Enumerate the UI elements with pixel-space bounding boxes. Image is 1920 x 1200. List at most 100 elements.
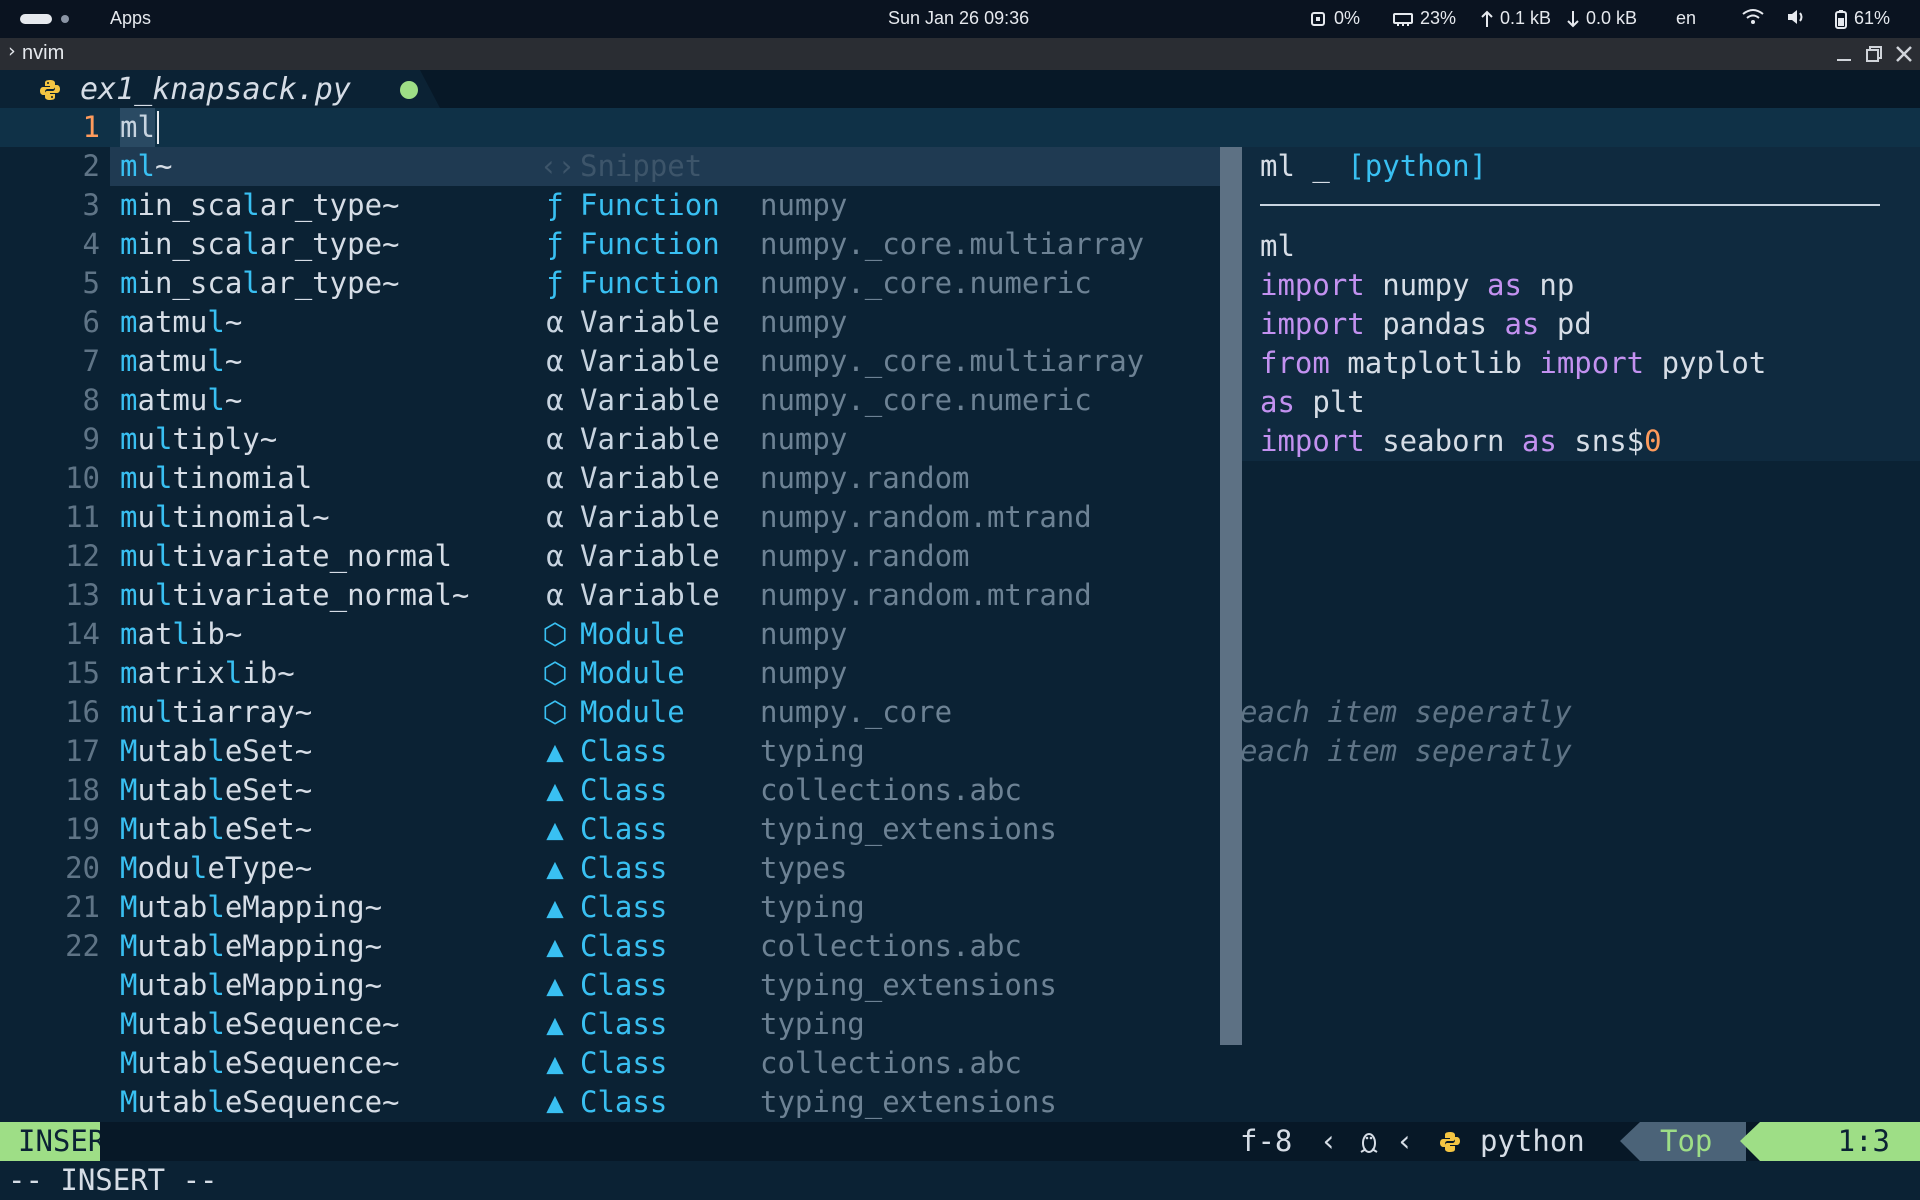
docs-header: ml _ [python] [1260,147,1487,186]
completion-item[interactable]: min_scalar_type~ ƒ Function numpy._core.mul… [110,225,1220,264]
line-number: 14 [65,617,100,651]
line-number: 17 [65,734,100,768]
completion-source: numpy.random.mtrand [760,500,1092,534]
completion-word: matmul~ [120,305,243,339]
cpu-usage: 0% [1334,8,1361,28]
completion-item[interactable]: multiply~ α Variable numpy [110,420,1220,459]
completion-kind: Class [580,1085,668,1119]
battery-indicator[interactable]: 61% [1834,8,1890,29]
download-indicator: 0.0 kB [1566,8,1637,29]
completion-item[interactable]: MutableMapping~ ▲ Class typing_extensions [110,966,1220,1005]
completion-word: multinomial [120,461,313,495]
line-number: 15 [65,656,100,690]
variable-kind-icon: α [546,578,564,612]
completion-item[interactable]: MutableMapping~ ▲ Class collections.abc [110,927,1220,966]
completion-item[interactable]: MutableSequence~ ▲ Class typing [110,1005,1220,1044]
battery-icon [1835,9,1847,29]
completion-item[interactable]: matmul~ α Variable numpy [110,303,1220,342]
completion-item[interactable]: multivariate_normal α Variable numpy.random [110,537,1220,576]
completion-item[interactable]: matrixlib~ ⬡ Module numpy [110,654,1220,693]
completion-item[interactable]: multinomial α Variable numpy.random [110,459,1220,498]
buffer-filename: ex1_knapsack.py [80,72,351,107]
completion-source: typing_extensions [760,968,1057,1002]
volume-indicator[interactable] [1786,8,1808,26]
class-kind-icon: ▲ [546,1085,564,1119]
line-number: 18 [65,773,100,807]
completion-item[interactable]: ModuleType~ ▲ Class types [110,849,1220,888]
function-kind-icon: ƒ [546,266,564,300]
completion-word: MutableSet~ [120,773,313,807]
completion-item[interactable]: MutableSet~ ▲ Class collections.abc [110,771,1220,810]
command-line[interactable]: -- INSERT -- [0,1161,1920,1200]
completion-source: typing [760,1007,865,1041]
line-number: 22 [65,929,100,963]
scroll-position: Top [1620,1122,1746,1161]
completion-kind: Variable [580,344,720,378]
close-icon[interactable] [1894,44,1914,64]
completion-word: MutableMapping~ [120,929,383,963]
completion-kind: Variable [580,422,720,456]
memory-icon [1393,12,1413,26]
completion-item[interactable]: MutableSequence~ ▲ Class typing_extensions [110,1083,1220,1122]
line-number: 19 [65,812,100,846]
keyboard-layout[interactable]: en [1676,8,1696,29]
buffer-tabline: ex1_knapsack.py [0,70,1920,108]
completion-word: min_scalar_type~ [120,227,400,261]
completion-kind: Class [580,1046,668,1080]
separator-icon: ‹ [1396,1124,1414,1158]
completion-item[interactable]: multiarray~ ⬡ Module numpy._core [110,693,1220,732]
completion-kind: Variable [580,578,720,612]
completion-scrollbar[interactable] [1220,147,1242,1045]
completion-word: ModuleType~ [120,851,313,885]
completion-item[interactable]: min_scalar_type~ ƒ Function numpy [110,186,1220,225]
completion-docs-popup: ml _ [python] ml import numpy as np import… [1242,147,1920,461]
completion-item[interactable]: multivariate_normal~ α Variable numpy.rando… [110,576,1220,615]
completion-menu[interactable]: ml~ ‹› Snippet min_scalar_type~ ƒ Function num… [110,147,1220,1161]
completion-kind: Class [580,929,668,963]
snippet-kind-icon: ‹› [540,149,575,183]
clock[interactable]: Sun Jan 26 09:36 [888,8,1029,29]
completion-item[interactable]: matmul~ α Variable numpy._core.numeric [110,381,1220,420]
line-number: 8 [82,383,100,417]
class-kind-icon: ▲ [546,773,564,807]
completion-item[interactable]: MutableSequence~ ▲ Class collections.abc [110,1044,1220,1083]
python-icon [1440,1132,1460,1152]
apps-menu-button[interactable]: Apps [110,8,151,29]
completion-item[interactable]: matlib~ ⬡ Module numpy [110,615,1220,654]
completion-item[interactable]: multinomial~ α Variable numpy.random.mtrand [110,498,1220,537]
completion-kind: Function [580,227,720,261]
buffer-tab[interactable]: ex1_knapsack.py [0,70,440,108]
minimize-icon[interactable] [1834,44,1854,64]
module-kind-icon: ⬡ [542,695,568,729]
file-encoding: f-8 [1240,1124,1293,1158]
completion-word: MutableSequence~ [120,1046,400,1080]
completion-word: multivariate_normal~ [120,578,470,612]
completion-kind: Class [580,890,668,924]
completion-kind: Snippet [580,149,703,183]
filetype: python [1480,1124,1585,1158]
workspace-indicator-inactive[interactable] [61,15,69,23]
memory-indicator: 23% [1392,8,1456,29]
completion-item[interactable]: min_scalar_type~ ƒ Function numpy._core.num… [110,264,1220,303]
volume-icon [1788,10,1803,24]
workspace-indicator-active[interactable] [20,14,52,24]
completion-item[interactable]: MutableMapping~ ▲ Class typing [110,888,1220,927]
completion-item[interactable]: MutableSet~ ▲ Class typing_extensions [110,810,1220,849]
typed-text[interactable]: ml [120,108,155,147]
completion-word: multiply~ [120,422,278,456]
completion-item[interactable]: matmul~ α Variable numpy._core.multiarray [110,342,1220,381]
line-number: 9 [82,422,100,456]
docs-code-line: import pandas as pd [1260,307,1592,341]
class-kind-icon: ▲ [546,734,564,768]
completion-kind: Module [580,695,685,729]
statusline: INSERT f-8 ‹ ‹ python Top 1:3 [0,1122,1920,1161]
function-kind-icon: ƒ [546,227,564,261]
completion-kind: Class [580,968,668,1002]
variable-kind-icon: α [546,305,564,339]
window-titlebar[interactable]: › nvim [0,38,1920,70]
completion-item[interactable]: MutableSet~ ▲ Class typing [110,732,1220,771]
completion-item[interactable]: ml~ ‹› Snippet [110,147,1220,186]
wifi-indicator[interactable] [1742,8,1764,26]
maximize-icon[interactable] [1864,44,1884,64]
mode-indicator: INSERT [0,1122,100,1161]
